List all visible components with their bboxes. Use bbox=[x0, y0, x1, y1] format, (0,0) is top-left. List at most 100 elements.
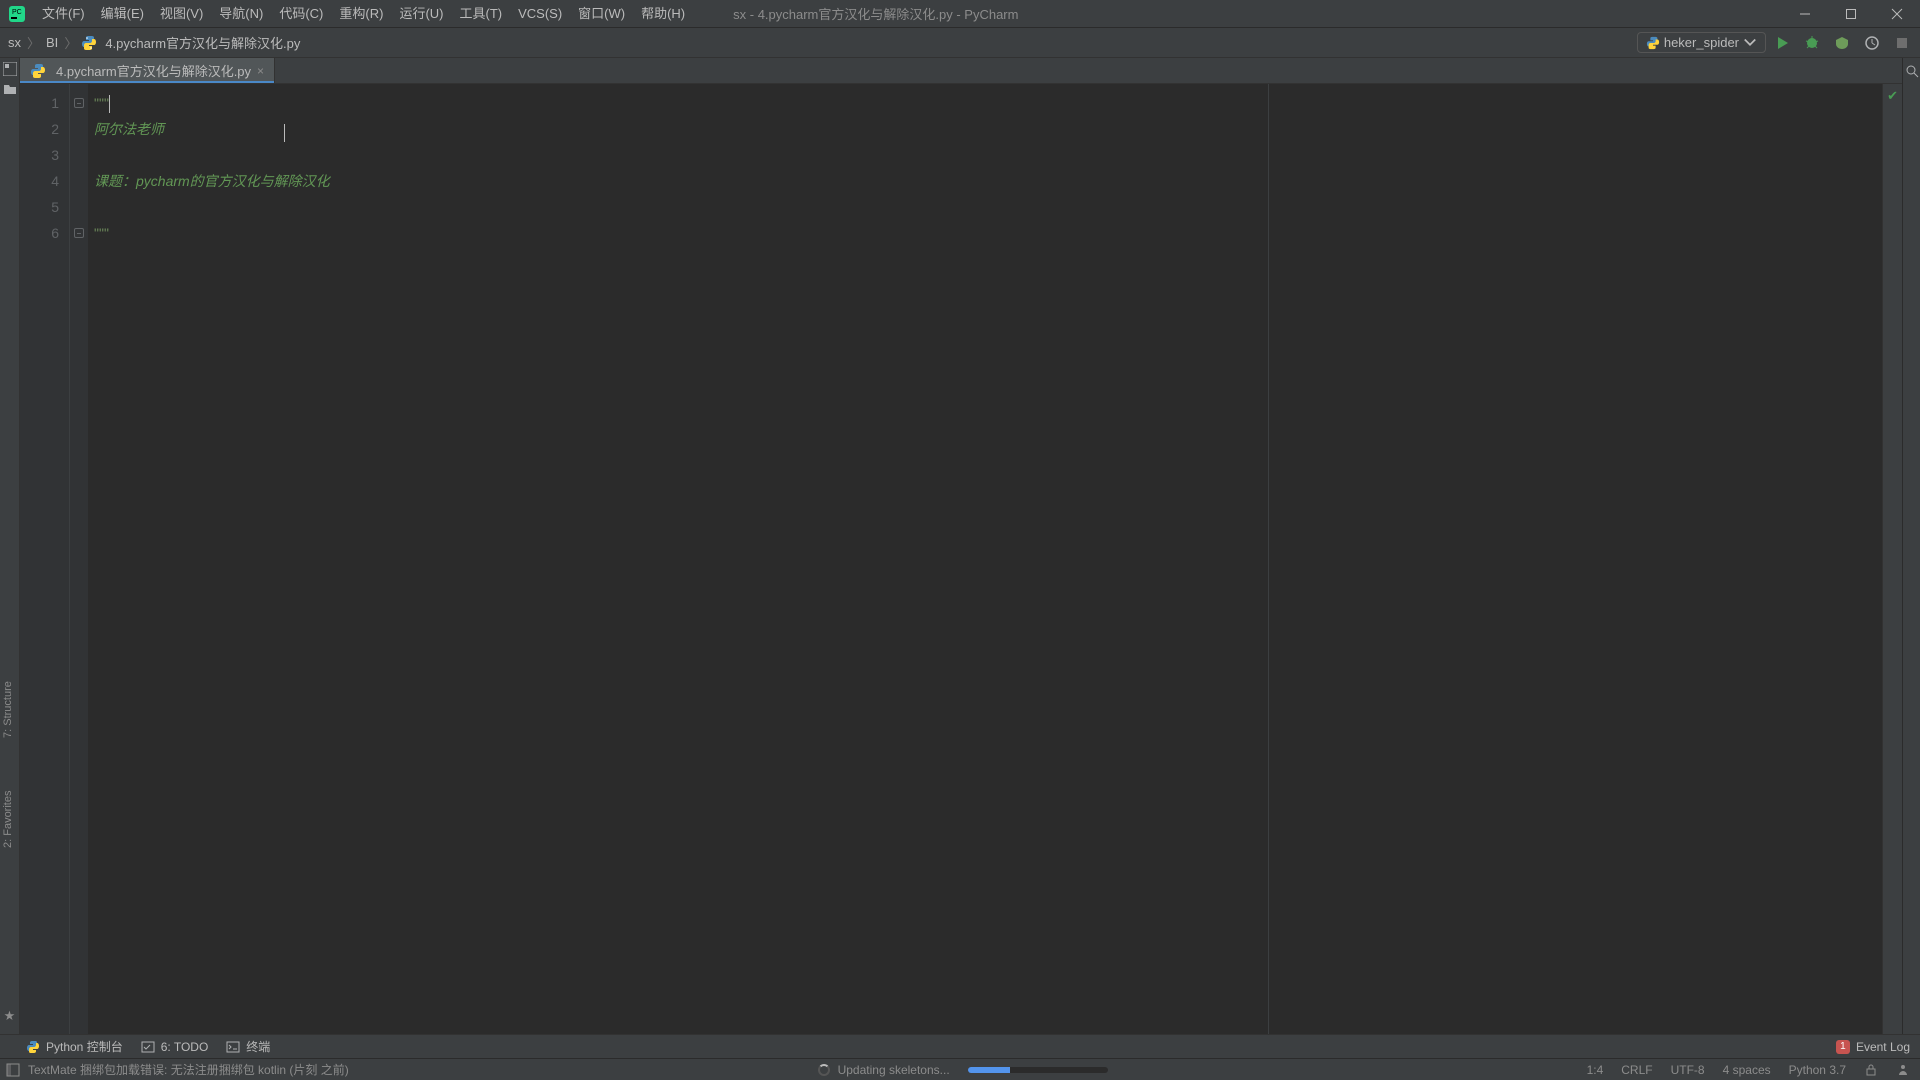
progress-bar bbox=[968, 1067, 1108, 1073]
project-toolwindow-icon[interactable] bbox=[3, 62, 17, 76]
menu-vcs[interactable]: VCS(S) bbox=[510, 0, 570, 28]
editor-tabs: 4.pycharm官方汉化与解除汉化.py × bbox=[20, 58, 1902, 84]
code-line: 阿尔法老师 bbox=[94, 121, 164, 137]
menu-tools[interactable]: 工具(T) bbox=[451, 0, 510, 28]
menu-view[interactable]: 视图(V) bbox=[152, 0, 211, 28]
status-bar: TextMate 捆绑包加载错误: 无法注册捆绑包 kotlin (片刻 之前)… bbox=[0, 1058, 1920, 1080]
window-controls bbox=[1782, 0, 1920, 28]
editor-error-stripe: ✔ bbox=[1882, 84, 1902, 1034]
editor-tab[interactable]: 4.pycharm官方汉化与解除汉化.py × bbox=[20, 57, 275, 83]
line-number: 3 bbox=[20, 142, 59, 168]
chevron-down-icon bbox=[1743, 36, 1757, 50]
status-message[interactable]: TextMate 捆绑包加载错误: 无法注册捆绑包 kotlin (片刻 之前) bbox=[26, 1061, 349, 1078]
breadcrumb-folder[interactable]: BI bbox=[44, 35, 60, 50]
stop-button[interactable] bbox=[1894, 35, 1910, 51]
run-with-coverage-button[interactable] bbox=[1834, 35, 1850, 51]
menu-run[interactable]: 运行(U) bbox=[391, 0, 451, 28]
main-menu: 文件(F) 编辑(E) 视图(V) 导航(N) 代码(C) 重构(R) 运行(U… bbox=[34, 0, 693, 28]
line-number: 4 bbox=[20, 168, 59, 194]
fold-gutter bbox=[70, 84, 88, 1034]
favorites-toolwindow-button[interactable]: 2: Favorites bbox=[2, 791, 14, 848]
editor-body[interactable]: 1 2 3 4 5 6 """ 阿尔法老师 课题：pycharm的官方汉化与解除… bbox=[20, 84, 1902, 1034]
python-file-icon bbox=[30, 63, 46, 79]
code-area[interactable]: """ 阿尔法老师 课题：pycharm的官方汉化与解除汉化 """ bbox=[88, 84, 1882, 1034]
breadcrumb-separator: 〉 bbox=[62, 33, 79, 52]
line-number: 5 bbox=[20, 194, 59, 220]
tab-label: 4.pycharm官方汉化与解除汉化.py bbox=[56, 61, 251, 80]
background-task-label: Updating skeletons... bbox=[838, 1063, 950, 1077]
line-number-gutter: 1 2 3 4 5 6 bbox=[20, 84, 70, 1034]
file-encoding[interactable]: UTF-8 bbox=[1671, 1063, 1705, 1077]
minimize-button[interactable] bbox=[1782, 0, 1828, 28]
run-button[interactable] bbox=[1774, 35, 1790, 51]
menu-window[interactable]: 窗口(W) bbox=[570, 0, 633, 28]
folder-icon[interactable] bbox=[3, 82, 17, 96]
titlebar: PC 文件(F) 编辑(E) 视图(V) 导航(N) 代码(C) 重构(R) 运… bbox=[0, 0, 1920, 28]
right-toolbar-stub bbox=[1902, 58, 1920, 1034]
svg-text:PC: PC bbox=[12, 9, 22, 16]
close-tab-icon[interactable]: × bbox=[257, 64, 264, 78]
window-title: sx - 4.pycharm官方汉化与解除汉化.py - PyCharm bbox=[693, 4, 1782, 23]
star-icon[interactable]: ★ bbox=[4, 1008, 16, 1024]
event-log-label: Event Log bbox=[1856, 1040, 1910, 1054]
python-console-label: Python 控制台 bbox=[46, 1038, 123, 1055]
python-file-icon bbox=[81, 35, 97, 51]
main-area: 7: Structure 2: Favorites ★ 4.pycharm官方汉… bbox=[0, 58, 1920, 1034]
text-caret bbox=[109, 95, 110, 113]
terminal-label: 终端 bbox=[246, 1038, 270, 1055]
right-margin-guide bbox=[1268, 84, 1269, 1034]
code-line: """ bbox=[94, 225, 109, 241]
code-line: 课题：pycharm的官方汉化与解除汉化 bbox=[94, 173, 330, 189]
search-icon[interactable] bbox=[1905, 64, 1919, 78]
readonly-lock-icon[interactable] bbox=[1864, 1063, 1878, 1077]
breadcrumb-file[interactable]: 4.pycharm官方汉化与解除汉化.py bbox=[103, 33, 302, 52]
run-configuration-selector[interactable]: heker_spider bbox=[1637, 32, 1766, 53]
toolwindow-quick-access-icon[interactable] bbox=[6, 1063, 20, 1077]
todo-icon bbox=[141, 1040, 155, 1054]
caret-position[interactable]: 1:4 bbox=[1587, 1063, 1604, 1077]
debug-button[interactable] bbox=[1804, 35, 1820, 51]
left-toolwindow-stripe: 7: Structure 2: Favorites ★ bbox=[0, 58, 20, 1034]
structure-toolwindow-button[interactable]: 7: Structure bbox=[2, 681, 14, 738]
event-log-button[interactable]: 1 Event Log bbox=[1836, 1040, 1920, 1054]
python-icon bbox=[1646, 36, 1660, 50]
terminal-icon bbox=[226, 1040, 240, 1054]
close-button[interactable] bbox=[1874, 0, 1920, 28]
menu-help[interactable]: 帮助(H) bbox=[633, 0, 693, 28]
todo-label: 6: TODO bbox=[161, 1040, 209, 1054]
line-separator[interactable]: CRLF bbox=[1621, 1063, 1652, 1077]
breadcrumb-root[interactable]: sx bbox=[6, 35, 23, 50]
menu-nav[interactable]: 导航(N) bbox=[211, 0, 271, 28]
line-number: 1 bbox=[20, 90, 59, 116]
bottom-toolwindow-stripe: Python 控制台 6: TODO 终端 1 Event Log bbox=[0, 1034, 1920, 1058]
indent-settings[interactable]: 4 spaces bbox=[1723, 1063, 1771, 1077]
menu-edit[interactable]: 编辑(E) bbox=[93, 0, 152, 28]
menu-refactor[interactable]: 重构(R) bbox=[331, 0, 391, 28]
mouse-text-cursor bbox=[284, 124, 285, 142]
navigation-bar: sx 〉 BI 〉 4.pycharm官方汉化与解除汉化.py heker_sp… bbox=[0, 28, 1920, 58]
fold-region-start-icon[interactable] bbox=[74, 98, 84, 108]
menu-file[interactable]: 文件(F) bbox=[34, 0, 93, 28]
event-log-badge: 1 bbox=[1836, 1040, 1850, 1054]
status-right: 1:4 CRLF UTF-8 4 spaces Python 3.7 bbox=[1577, 1063, 1920, 1077]
python-icon bbox=[26, 1040, 40, 1054]
inspection-profile-icon[interactable] bbox=[1896, 1063, 1910, 1077]
maximize-button[interactable] bbox=[1828, 0, 1874, 28]
line-number: 6 bbox=[20, 220, 59, 246]
breadcrumb-separator: 〉 bbox=[25, 33, 42, 52]
background-tasks[interactable]: Updating skeletons... bbox=[349, 1063, 1577, 1077]
code-line: """ bbox=[94, 95, 109, 111]
line-number: 2 bbox=[20, 116, 59, 142]
fold-region-end-icon[interactable] bbox=[74, 228, 84, 238]
todo-toolwindow-button[interactable]: 6: TODO bbox=[141, 1040, 209, 1054]
toolbar-run-actions bbox=[1774, 35, 1920, 51]
run-config-name: heker_spider bbox=[1664, 35, 1739, 50]
terminal-toolwindow-button[interactable]: 终端 bbox=[226, 1038, 270, 1055]
python-console-toolwindow-button[interactable]: Python 控制台 bbox=[26, 1038, 123, 1055]
inspection-ok-icon[interactable]: ✔ bbox=[1887, 88, 1898, 104]
breadcrumb: sx 〉 BI 〉 4.pycharm官方汉化与解除汉化.py bbox=[0, 33, 302, 52]
profile-button[interactable] bbox=[1864, 35, 1880, 51]
python-interpreter[interactable]: Python 3.7 bbox=[1789, 1063, 1846, 1077]
menu-code[interactable]: 代码(C) bbox=[271, 0, 331, 28]
editor-pane: 4.pycharm官方汉化与解除汉化.py × 1 2 3 4 5 6 """ … bbox=[20, 58, 1902, 1034]
